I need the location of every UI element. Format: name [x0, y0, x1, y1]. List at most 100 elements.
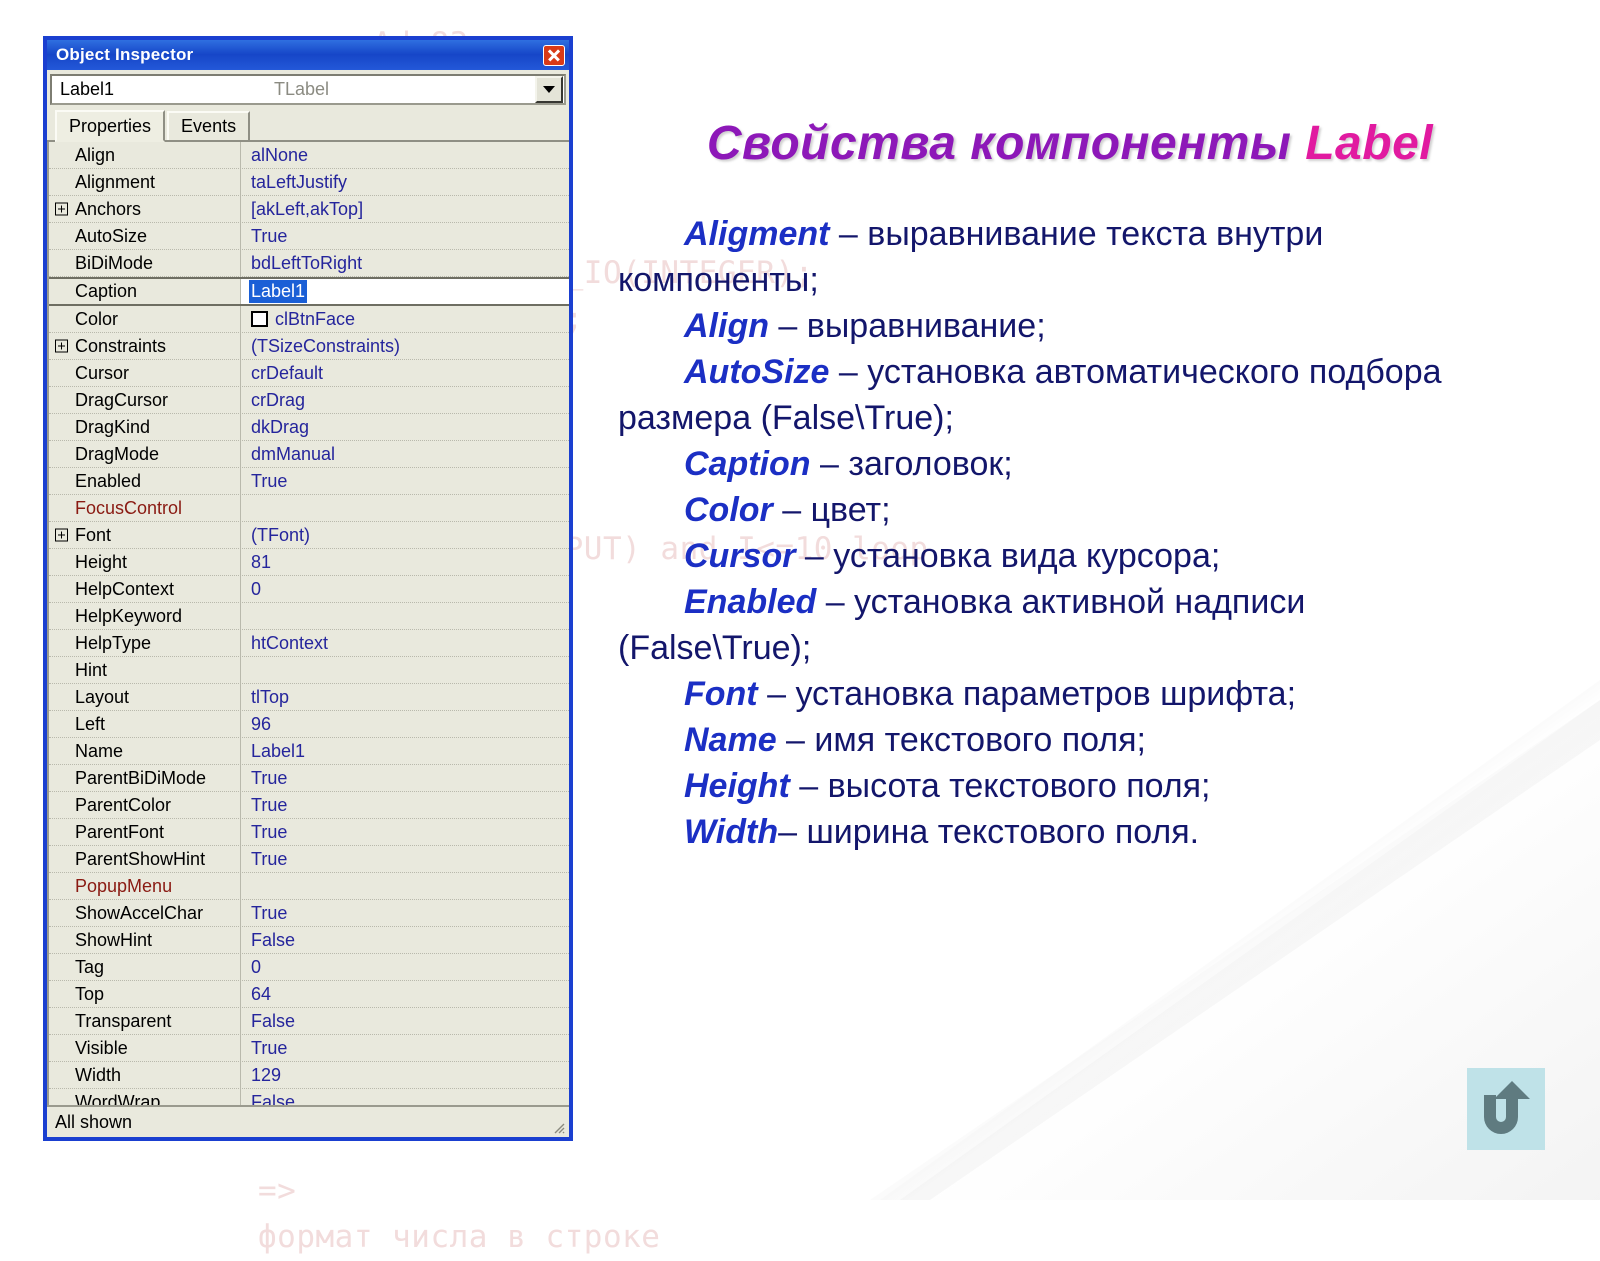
property-name: ParentColor [49, 792, 241, 818]
property-row[interactable]: DragCursor crDrag [49, 387, 569, 414]
property-value-label: dmManual [251, 443, 336, 464]
property-row[interactable]: Anchors [akLeft,akTop] [49, 196, 569, 223]
property-name: ParentFont [49, 819, 241, 845]
resize-grip-icon[interactable] [549, 1118, 565, 1134]
property-row[interactable]: Cursor crDefault [49, 360, 569, 387]
property-row[interactable]: Layout tlTop [49, 684, 569, 711]
property-row[interactable]: ParentShowHint True [49, 846, 569, 873]
tab-properties[interactable]: Properties [55, 110, 166, 142]
chevron-down-icon[interactable] [535, 76, 563, 103]
property-row[interactable]: HelpKeyword [49, 603, 569, 630]
expand-plus-icon[interactable] [55, 528, 68, 542]
property-name: Anchors [49, 196, 241, 222]
property-value[interactable]: crDefault [241, 360, 569, 386]
property-value[interactable]: crDrag [241, 387, 569, 413]
property-value[interactable]: True [241, 1035, 569, 1061]
property-value-label: [akLeft,akTop] [251, 198, 364, 219]
property-row[interactable]: Tag 0 [49, 954, 569, 981]
return-button[interactable] [1467, 1068, 1545, 1150]
property-row[interactable]: Visible True [49, 1035, 569, 1062]
property-name: DragKind [49, 414, 241, 440]
property-value[interactable]: True [241, 468, 569, 494]
property-row[interactable]: HelpContext 0 [49, 576, 569, 603]
expand-plus-icon[interactable] [55, 339, 68, 353]
property-value[interactable]: 129 [241, 1062, 569, 1088]
property-name-label: Width [75, 1064, 122, 1085]
property-description-text: – цвет; [772, 491, 891, 529]
property-row[interactable]: Hint [49, 657, 569, 684]
property-row[interactable]: Caption Label1 [49, 277, 569, 306]
property-value[interactable]: 0 [241, 954, 569, 980]
property-row[interactable]: FocusControl [49, 495, 569, 522]
tab-properties-label: Properties [69, 115, 152, 136]
property-row[interactable]: ShowHint False [49, 927, 569, 954]
property-row[interactable]: DragMode dmManual [49, 441, 569, 468]
property-row[interactable]: BiDiMode bdLeftToRight [49, 250, 569, 277]
property-value[interactable] [241, 657, 569, 683]
property-value[interactable]: htContext [241, 630, 569, 656]
property-row[interactable]: Align alNone [49, 142, 569, 169]
property-value[interactable]: alNone [241, 142, 569, 168]
property-name-label: WordWrap [75, 1091, 161, 1106]
property-row[interactable]: Color clBtnFace [49, 306, 569, 333]
property-value[interactable] [241, 495, 569, 521]
property-value[interactable]: True [241, 900, 569, 926]
property-row[interactable]: Alignment taLeftJustify [49, 169, 569, 196]
object-selector-wrap: Label1 TLabel [47, 70, 569, 108]
property-value[interactable]: bdLeftToRight [241, 250, 569, 276]
property-term: AutoSize [684, 353, 830, 391]
property-name: HelpType [49, 630, 241, 656]
property-row[interactable]: HelpType htContext [49, 630, 569, 657]
property-row[interactable]: WordWrap False [49, 1089, 569, 1105]
property-value[interactable]: False [241, 927, 569, 953]
property-row[interactable]: Name Label1 [49, 738, 569, 765]
property-value[interactable] [241, 873, 569, 899]
property-name-label: Hint [75, 659, 108, 680]
property-row[interactable]: ShowAccelChar True [49, 900, 569, 927]
property-row[interactable]: Font (TFont) [49, 522, 569, 549]
property-value[interactable]: (TFont) [241, 522, 569, 548]
property-row[interactable]: Left 96 [49, 711, 569, 738]
property-value[interactable]: 0 [241, 576, 569, 602]
property-grid[interactable]: Align alNone Alignment taLeftJustify Anchors… [47, 142, 569, 1105]
property-value[interactable]: False [241, 1089, 569, 1106]
property-value[interactable]: Label1 [241, 738, 569, 764]
property-row[interactable]: ParentFont True [49, 819, 569, 846]
property-value[interactable]: 64 [241, 981, 569, 1007]
property-name: Top [49, 981, 241, 1007]
property-value[interactable]: Label1 [241, 279, 569, 304]
property-value[interactable]: taLeftJustify [241, 169, 569, 195]
property-value[interactable]: (TSizeConstraints) [241, 333, 569, 359]
property-name-label: Visible [75, 1037, 128, 1058]
property-row[interactable]: AutoSize True [49, 223, 569, 250]
property-name: FocusControl [49, 495, 241, 521]
property-value[interactable]: True [241, 819, 569, 845]
property-value[interactable]: clBtnFace [241, 306, 569, 332]
property-row[interactable]: Height 81 [49, 549, 569, 576]
property-row[interactable]: Transparent False [49, 1008, 569, 1035]
property-row[interactable]: Enabled True [49, 468, 569, 495]
property-value[interactable]: True [241, 846, 569, 872]
property-value[interactable]: 96 [241, 711, 569, 737]
property-row[interactable]: PopupMenu [49, 873, 569, 900]
property-row[interactable]: Constraints (TSizeConstraints) [49, 333, 569, 360]
property-row[interactable]: Top 64 [49, 981, 569, 1008]
property-value[interactable]: dmManual [241, 441, 569, 467]
close-icon[interactable] [543, 44, 565, 66]
property-value[interactable]: True [241, 223, 569, 249]
property-row[interactable]: DragKind dkDrag [49, 414, 569, 441]
tab-events[interactable]: Events [167, 111, 251, 140]
property-value[interactable] [241, 603, 569, 629]
expand-plus-icon[interactable] [55, 202, 68, 216]
property-row[interactable]: ParentBiDiMode True [49, 765, 569, 792]
property-value[interactable]: [akLeft,akTop] [241, 196, 569, 222]
property-value[interactable]: True [241, 765, 569, 791]
property-value[interactable]: True [241, 792, 569, 818]
property-value[interactable]: False [241, 1008, 569, 1034]
property-row[interactable]: Width 129 [49, 1062, 569, 1089]
property-row[interactable]: ParentColor True [49, 792, 569, 819]
property-value[interactable]: 81 [241, 549, 569, 575]
property-value[interactable]: dkDrag [241, 414, 569, 440]
property-value[interactable]: tlTop [241, 684, 569, 710]
object-selector-combo[interactable]: Label1 TLabel [50, 74, 566, 105]
